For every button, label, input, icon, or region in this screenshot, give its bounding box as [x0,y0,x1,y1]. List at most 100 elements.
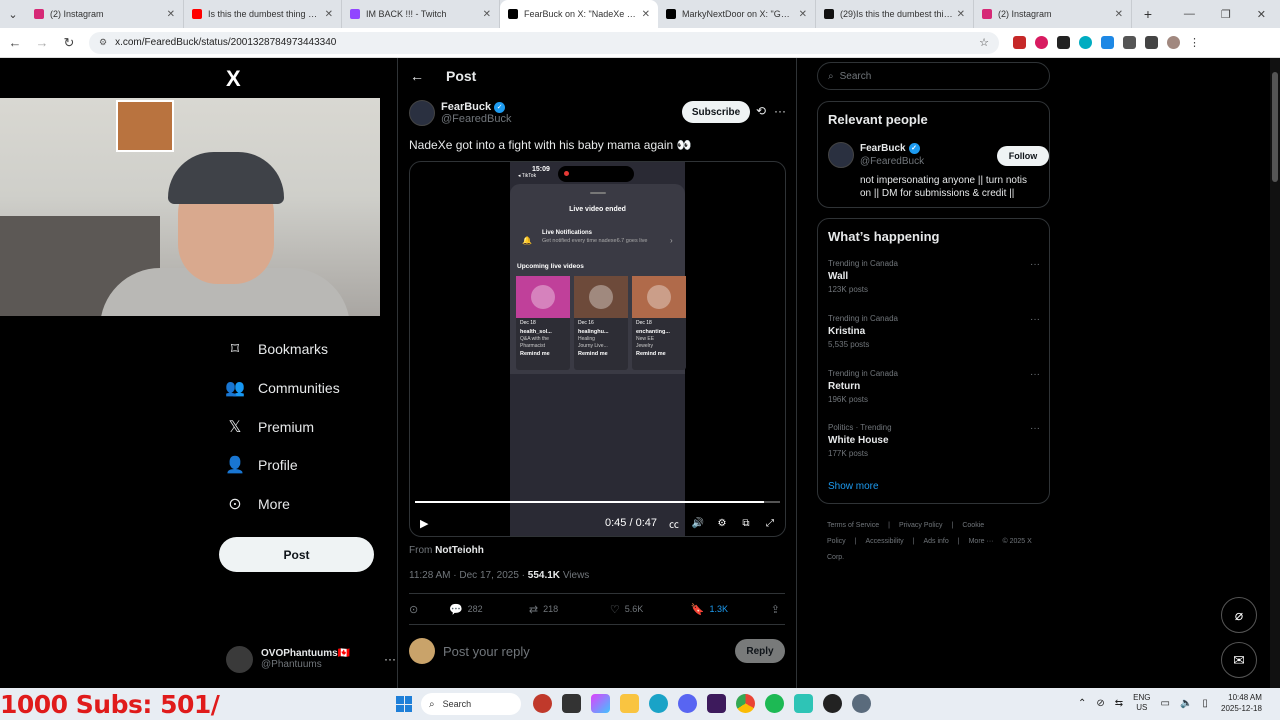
trend-more-icon[interactable]: ··· [1030,423,1040,434]
close-tab-icon[interactable]: ✕ [483,9,491,20]
volume-icon[interactable]: 🔊 [691,518,705,529]
author-handle[interactable]: @FearedBuck [441,113,511,125]
pip-icon[interactable]: ⧉ [739,518,753,529]
grok-icon[interactable]: ⟲ [756,104,766,118]
file-explorer-icon[interactable] [620,694,639,713]
back-arrow-icon[interactable]: ← [410,68,424,84]
avatar[interactable] [409,100,435,126]
close-window-icon[interactable]: ✕ [1257,8,1266,21]
tab-search-button[interactable]: ⌄ [0,0,26,28]
puzzle-icon[interactable] [1123,36,1136,49]
nav-item-bookmarks[interactable]: ⌑ Bookmarks [226,335,386,363]
post-author[interactable]: FearBuck ✓ @FearedBuck [409,100,511,126]
captions-icon[interactable]: ㏄ [667,516,681,531]
kick-app-icon[interactable] [707,694,726,713]
trend-item[interactable]: Politics · Trending White House 177K posts… [828,423,1040,467]
grok-analyze-button[interactable]: ⊙ [409,603,449,616]
x-logo[interactable]: X [226,66,241,92]
site-info-icon[interactable]: ⚙ [99,37,107,48]
bookmark-star-icon[interactable]: ☆ [979,36,989,49]
subscribe-button[interactable]: Subscribe [682,101,750,123]
author-name[interactable]: FearBuck [441,101,491,113]
display-icon[interactable]: ▭ [1161,698,1170,709]
trend-item[interactable]: Trending in Canada Wall 123K posts ··· [828,259,1040,303]
footer-link[interactable]: Privacy Policy [899,522,943,529]
video-player[interactable]: 15:09 ◂ TikTok Live video ended 🔔 Live N… [409,161,786,537]
close-tab-icon[interactable]: ✕ [799,9,807,20]
footer-link[interactable]: More ··· [969,538,994,545]
taskbar-search[interactable]: ⌕ Search [421,693,521,715]
nav-item-premium[interactable]: 𝕏 Premium [226,413,386,441]
minimize-icon[interactable]: — [1184,8,1195,21]
nav-item-profile[interactable]: 👤 Profile [225,451,386,479]
browser-tab[interactable]: Is this the dumbest thing you e ✕ [184,0,342,28]
extension-icon[interactable] [1079,36,1092,49]
extension-icon[interactable] [1101,36,1114,49]
share-action[interactable]: ⇪ [771,603,785,616]
forward-icon[interactable]: → [30,35,54,50]
network-icon[interactable]: ⇆ [1115,698,1123,709]
trend-item[interactable]: Trending in Canada Return 196K posts ··· [828,369,1040,413]
extension-icon[interactable] [1013,36,1026,49]
browser-tab[interactable]: (2) Instagram ✕ [26,0,184,28]
copilot-icon[interactable] [591,694,610,713]
obs-icon[interactable] [823,694,842,713]
more-options-icon[interactable]: ··· [774,104,786,118]
restore-icon[interactable]: ❐ [1221,8,1231,21]
reload-icon[interactable]: ↻ [57,35,81,51]
reading-list-icon[interactable] [1145,36,1158,49]
trend-item[interactable]: Trending in Canada Kristina 5,535 posts ··· [828,314,1040,358]
repost-action[interactable]: ⇄ 218 [529,603,610,616]
footer-link[interactable]: Terms of Service [827,522,879,529]
play-icon[interactable]: ▶ [420,517,428,530]
browser-tab[interactable]: FearBuck on X: "NadeXe got int ✕ [500,0,658,28]
battery-icon[interactable]: ▯ [1202,698,1208,709]
clock[interactable]: 10:48 AM 2025-12-18 [1218,692,1262,714]
browser-tab[interactable]: (29)Is this the dumbest thing yo ✕ [816,0,974,28]
person-handle[interactable]: @FearedBuck [860,156,924,167]
reply-input[interactable]: Post your reply [443,644,530,659]
trend-more-icon[interactable]: ··· [1030,259,1040,270]
menu-icon[interactable]: ⋮ [1189,36,1200,49]
close-tab-icon[interactable]: ✕ [642,9,650,20]
url-field[interactable]: ⚙ x.com/FearedBuck/status/20013287849734… [89,31,999,54]
like-action[interactable]: ♡ 5.6K [610,603,691,616]
close-tab-icon[interactable]: ✕ [325,9,333,20]
post-timestamp[interactable]: 11:28 AM · Dec 17, 2025 · [409,570,525,581]
close-tab-icon[interactable]: ✕ [167,9,175,20]
chevron-up-icon[interactable]: ⌃ [1078,698,1086,709]
settings-icon[interactable]: ⚙ [715,518,729,529]
close-tab-icon[interactable]: ✕ [1115,9,1123,20]
spotify-icon[interactable] [765,694,784,713]
task-view-icon[interactable] [562,694,581,713]
avatar[interactable] [828,142,854,168]
new-tab-button[interactable]: + [1138,6,1158,22]
edge-icon[interactable] [649,694,668,713]
search-input[interactable]: ⌕ Search [817,62,1050,90]
from-user[interactable]: NotTeiohh [435,545,484,556]
video-progress[interactable] [415,501,780,503]
footer-link[interactable]: Ads info [923,538,948,545]
trend-more-icon[interactable]: ··· [1030,314,1040,325]
extension-icon[interactable] [1035,36,1048,49]
back-icon[interactable]: ← [3,35,27,50]
language-indicator[interactable]: ENG US [1133,693,1150,713]
bookmark-action[interactable]: 🔖 1.3K [691,603,771,616]
nav-item-communities[interactable]: 👥 Communities [225,374,386,402]
post-button[interactable]: Post [219,537,374,572]
notepad-icon[interactable] [794,694,813,713]
trend-more-icon[interactable]: ··· [1030,369,1040,380]
fullscreen-icon[interactable]: ⤢ [763,518,777,529]
extension-icon[interactable] [1057,36,1070,49]
close-tab-icon[interactable]: ✕ [957,9,965,20]
grok-fab-icon[interactable]: ⌀ [1221,597,1257,633]
account-switcher[interactable]: OVOPhantuums🇨🇦 @Phantuums ··· [226,643,396,675]
volume-icon[interactable]: 🔈 [1180,698,1192,709]
person-name-row[interactable]: FearBuck ✓ [860,143,920,154]
follow-button[interactable]: Follow [997,146,1049,166]
show-more-link[interactable]: Show more [828,481,879,492]
page-scrollbar[interactable] [1270,58,1280,688]
more-icon[interactable]: ··· [384,652,396,666]
wifi-off-icon[interactable]: ⊘ [1096,698,1104,709]
browser-tab[interactable]: (2) Instagram ✕ [974,0,1132,28]
